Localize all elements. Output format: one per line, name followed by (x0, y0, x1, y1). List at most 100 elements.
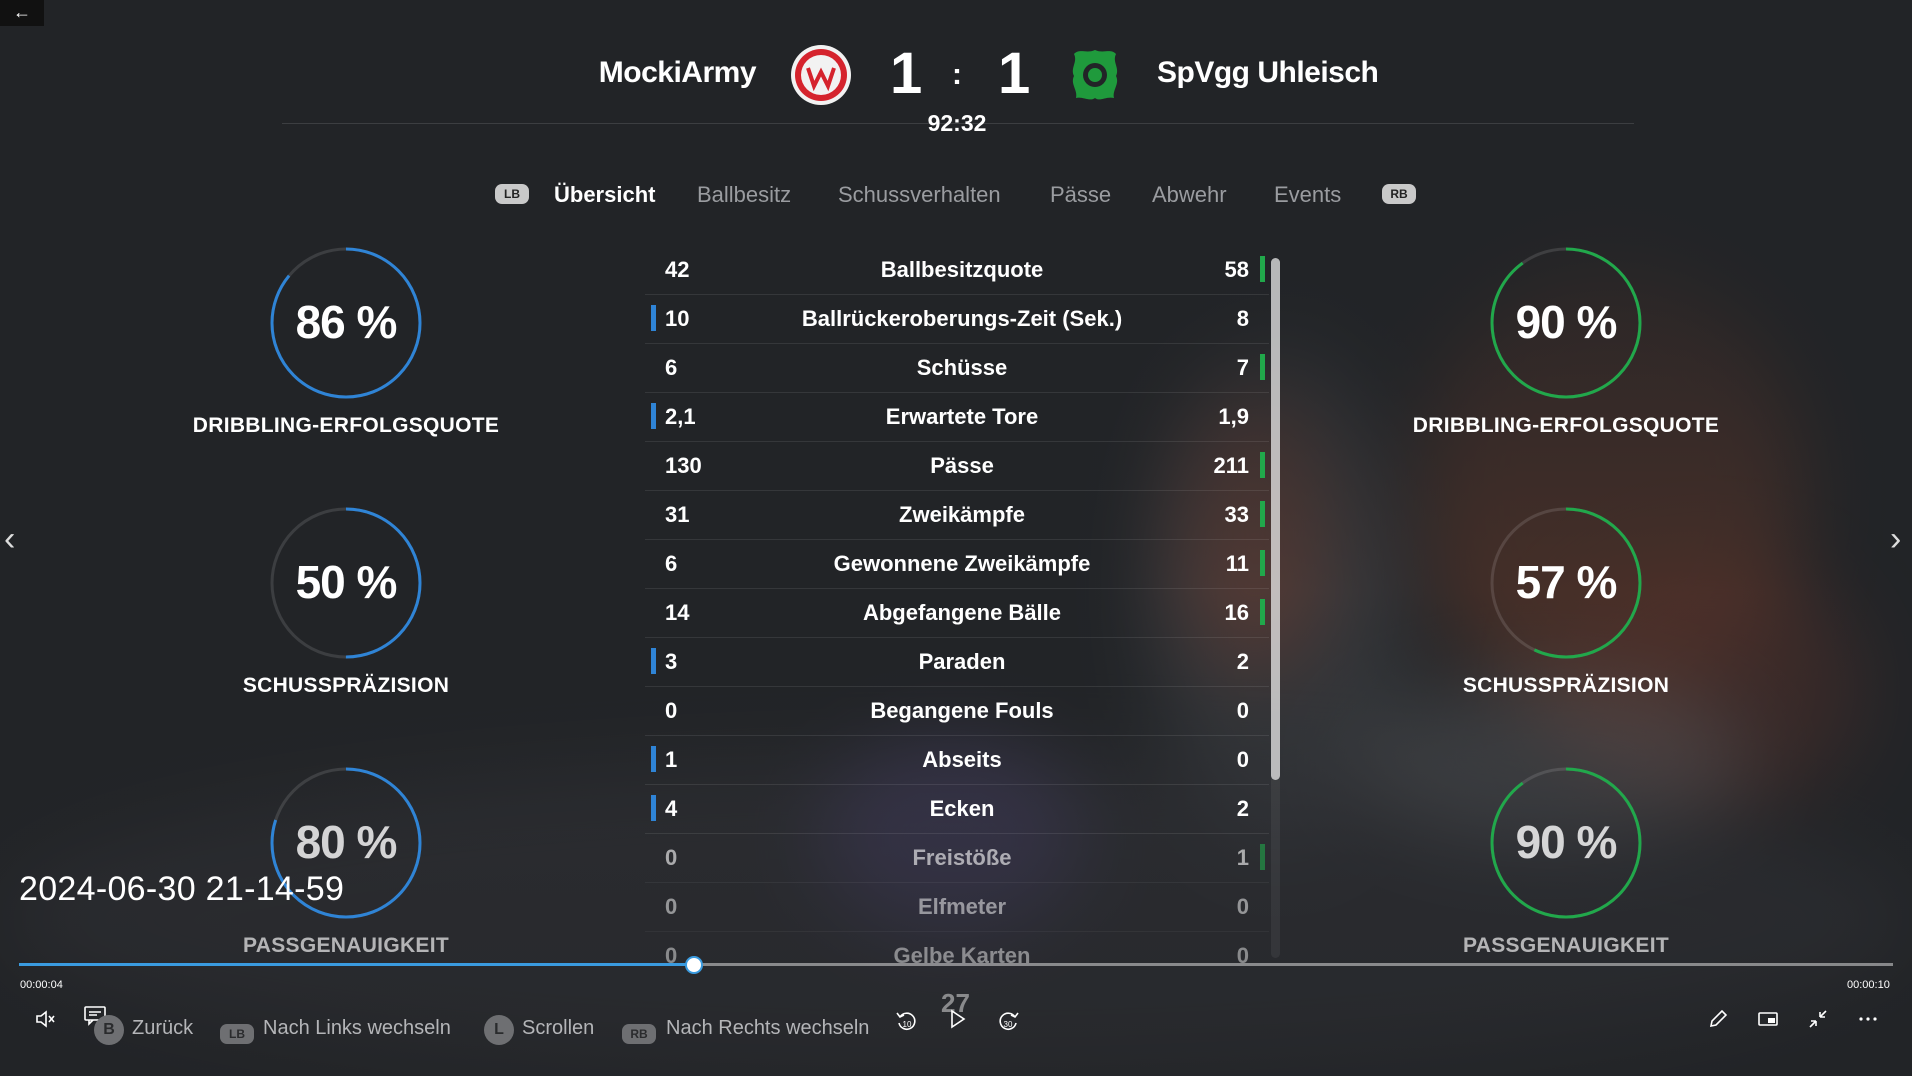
away-leader-bar (1260, 501, 1265, 527)
home-value: 2,1 (665, 404, 696, 429)
away-leader-bar (1260, 844, 1265, 870)
away-value: 0 (1236, 894, 1249, 919)
home-value: 42 (665, 257, 690, 282)
away-value: 2 (1236, 796, 1249, 821)
svg-text:10: 10 (903, 1020, 912, 1029)
stat-label: Elfmeter (917, 894, 1007, 919)
stat-label: Freistöße (912, 845, 1012, 870)
home-value: 14 (665, 600, 690, 625)
table-row: 1 Abseits 0 (645, 735, 1269, 785)
rb-button-hint[interactable]: RB (1382, 184, 1416, 204)
home-value: 1 (665, 747, 678, 772)
table-row: 6 Schüsse 7 (645, 343, 1269, 393)
scoreboard: MockiArmy 1 : 1 SpVgg Uhleisch 92:32 (0, 40, 1912, 140)
stat-label: Schüsse (916, 355, 1008, 380)
home-team-crest-icon (791, 45, 851, 105)
away-value: 11 (1225, 551, 1249, 576)
chevron-left-icon[interactable]: ‹ (4, 520, 15, 559)
stat-label: Ecken (929, 796, 995, 821)
switch-right-label[interactable]: Nach Rechts wechseln (666, 1017, 869, 1040)
exit-fullscreen-icon[interactable] (1803, 1008, 1833, 1038)
home-shot-accuracy-label: SCHUSSPRÄZISION (242, 674, 450, 697)
recording-timestamp: 2024-06-30 21-14-59 (19, 870, 345, 908)
table-row: 3 Paraden 2 (645, 637, 1269, 687)
away-value: 0 (1236, 943, 1249, 965)
home-team-name: MockiArmy (598, 56, 757, 89)
stat-label: Abgefangene Bälle (862, 600, 1062, 625)
tab-overview[interactable]: Übersicht (554, 182, 655, 208)
home-score: 1 (890, 41, 923, 106)
home-leader-bar (651, 648, 656, 674)
home-value: 0 (665, 845, 678, 870)
more-options-icon[interactable] (1853, 1008, 1883, 1038)
chevron-right-icon[interactable]: › (1890, 520, 1901, 559)
away-shot-accuracy-ring: 57 % (1490, 507, 1642, 659)
stats-scrollbar[interactable] (1271, 258, 1280, 780)
home-leader-bar (651, 305, 656, 331)
home-shot-accuracy-value: 50 % (295, 556, 398, 608)
forward-30-icon[interactable]: 30 (993, 1008, 1023, 1038)
tab-defence[interactable]: Abwehr (1152, 182, 1227, 208)
play-icon[interactable] (942, 1008, 972, 1038)
tab-shooting[interactable]: Schussverhalten (838, 182, 1001, 208)
away-value: 7 (1236, 355, 1249, 380)
away-value: 33 (1224, 502, 1249, 527)
home-value: 0 (665, 698, 678, 723)
edit-pencil-icon[interactable] (1703, 1008, 1733, 1038)
home-value: 3 (665, 649, 678, 674)
table-row: 0 Begangene Fouls 0 (645, 686, 1269, 736)
tab-passes[interactable]: Pässe (1050, 182, 1111, 208)
table-row: 14 Abgefangene Bälle 16 (645, 588, 1269, 638)
home-value: 6 (665, 551, 678, 576)
stat-label: Pässe (930, 453, 994, 478)
away-leader-bar (1260, 599, 1265, 625)
away-shot-accuracy-label: SCHUSSPRÄZISION (1462, 674, 1670, 697)
back-arrow-button[interactable]: ← (0, 0, 44, 26)
lb-button-hint-icon: LB (220, 1024, 254, 1044)
away-value: 58 (1224, 257, 1249, 282)
away-value: 16 (1224, 600, 1249, 625)
away-pass-accuracy-value: 90 % (1515, 816, 1618, 868)
b-button-hint: B (94, 1015, 124, 1045)
tab-possession[interactable]: Ballbesitz (697, 182, 791, 208)
away-leader-bar (1260, 354, 1265, 380)
score-separator: : (952, 58, 962, 91)
home-value: 130 (665, 453, 702, 478)
header-divider (282, 123, 1634, 124)
table-row: 2,1 Erwartete Tore 1,9 (645, 392, 1269, 442)
back-hint-label[interactable]: Zurück (132, 1017, 193, 1040)
switch-left-label[interactable]: Nach Links wechseln (263, 1017, 451, 1040)
home-value: 0 (665, 943, 678, 965)
mini-player-icon[interactable] (1753, 1008, 1783, 1038)
stat-label: Ballrückeroberungs-Zeit (Sek.) (801, 306, 1123, 331)
stat-label: Ballbesitzquote (880, 257, 1044, 282)
rb-button-hint-icon: RB (622, 1024, 656, 1044)
stat-label: Paraden (918, 649, 1006, 674)
home-value: 10 (665, 306, 690, 331)
home-value: 31 (665, 502, 690, 527)
mute-icon[interactable] (30, 1008, 60, 1038)
seek-handle[interactable] (684, 956, 703, 974)
away-dribbling-value: 90 % (1515, 296, 1618, 348)
stat-label: Gewonnene Zweikämpfe (833, 551, 1091, 576)
away-leader-bar (1260, 256, 1265, 282)
away-pass-accuracy-ring: 90 % (1490, 767, 1642, 919)
away-dribbling-label: DRIBBLING-ERFOLGSQUOTE (1412, 414, 1720, 437)
away-value: 2 (1236, 649, 1249, 674)
home-dribbling-label: DRIBBLING-ERFOLGSQUOTE (192, 414, 500, 437)
away-value: 1,9 (1218, 404, 1249, 429)
home-leader-bar (651, 403, 656, 429)
scroll-hint-label[interactable]: Scrollen (522, 1017, 594, 1040)
table-row: 0 Elfmeter 0 (645, 882, 1269, 932)
stats-table[interactable]: 42 Ballbesitzquote 58 10 Ballrückeroberu… (645, 245, 1269, 965)
rewind-10-icon[interactable]: 10 (892, 1008, 922, 1038)
home-leader-bar (651, 795, 656, 821)
away-value: 0 (1236, 747, 1249, 772)
table-row: 0 Freistöße 1 (645, 833, 1269, 883)
lb-button-hint[interactable]: LB (495, 184, 529, 204)
stat-label: Begangene Fouls (870, 698, 1054, 723)
stat-label: Zweikämpfe (899, 502, 1025, 527)
away-dribbling-ring: 90 % (1490, 247, 1642, 399)
seek-progress (19, 963, 694, 966)
tab-events[interactable]: Events (1274, 182, 1341, 208)
